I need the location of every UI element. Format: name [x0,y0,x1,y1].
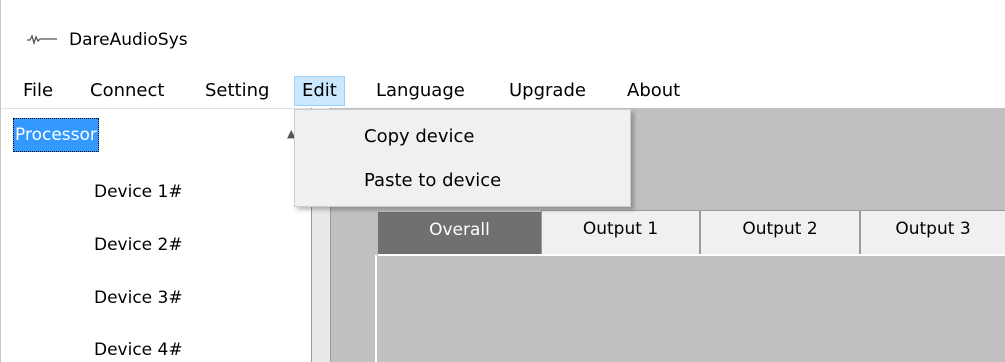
tree-item-device-4[interactable]: Device 4# [94,336,183,362]
tree-item-device-1[interactable]: Device 1# [94,178,183,206]
tab-strip: Overall Output 1 Output 2 Output 3 [378,210,1005,255]
tree-item-processor[interactable]: Processor [13,118,99,152]
tab-overall[interactable]: Overall [378,212,541,255]
tab-output-1[interactable]: Output 1 [541,210,700,254]
app-window: DareAudioSys File Connect Setting Edit L… [0,0,1005,362]
menu-language[interactable]: Language [369,76,472,106]
audio-waveform-icon [27,34,57,46]
tab-underline [378,254,1005,256]
menu-edit[interactable]: Edit [294,76,345,106]
menu-setting[interactable]: Setting [198,76,276,106]
tree-item-device-2[interactable]: Device 2# [94,231,183,259]
title-bar[interactable]: DareAudioSys [1,0,1005,72]
menu-connect[interactable]: Connect [83,76,171,106]
menu-item-paste-to-device[interactable]: Paste to device [364,166,501,196]
pane-inner-edge [375,255,377,362]
tab-output-3[interactable]: Output 3 [860,210,1005,254]
edit-dropdown-menu: Copy device Paste to device [294,109,631,207]
menu-about[interactable]: About [620,76,687,106]
window-title: DareAudioSys [69,30,188,50]
tab-output-2[interactable]: Output 2 [700,210,860,254]
tree-item-device-3[interactable]: Device 3# [94,284,183,312]
menu-item-copy-device[interactable]: Copy device [364,122,475,152]
menu-file[interactable]: File [16,76,60,106]
menu-bar: File Connect Setting Edit Language Upgra… [1,72,1005,108]
device-tree: Processor ▲ Device 1# Device 2# Device 3… [1,108,311,362]
menu-upgrade[interactable]: Upgrade [502,76,593,106]
